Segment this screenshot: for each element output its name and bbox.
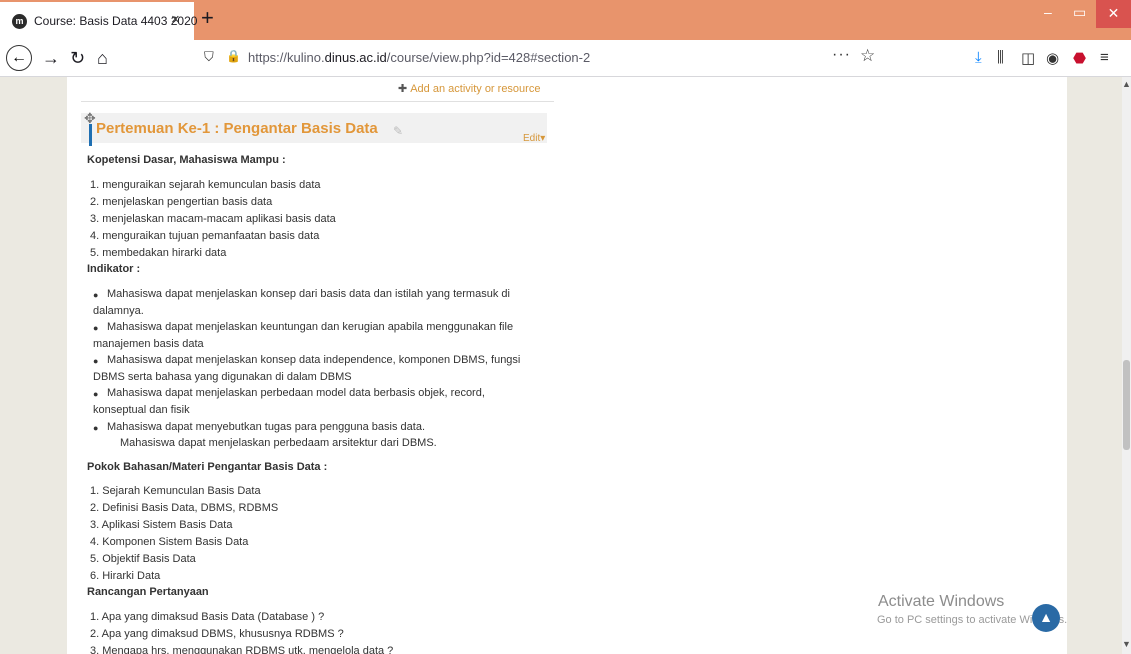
add-activity-link[interactable]: ✚ Add an activity or resource: [398, 82, 540, 95]
list-item: 6. Hirarki Data: [90, 570, 161, 582]
list-item: 1. Sejarah Kemunculan Basis Data: [90, 485, 261, 497]
list-item: Mahasiswa dapat menjelaskan perbedaan mo…: [107, 387, 485, 399]
bullet-icon: ●: [93, 323, 99, 333]
list-item-cont: konseptual dan fisik: [93, 404, 190, 416]
list-item: 3. Aplikasi Sistem Basis Data: [90, 519, 233, 531]
reload-icon[interactable]: ↻: [70, 47, 85, 69]
title-bar: m Course: Basis Data 4403 2020 × + – ▭ ✕: [0, 0, 1131, 40]
minimize-icon[interactable]: –: [1044, 4, 1052, 20]
list-item: 2. Apa yang dimaksud DBMS, khususnya RDB…: [90, 628, 344, 640]
scroll-down-icon[interactable]: ▼: [1122, 639, 1131, 649]
edit-menu-link[interactable]: Edit▾: [523, 133, 545, 144]
list-item: 3. Mengapa hrs. menggunakan RDBMS utk. m…: [90, 645, 394, 654]
section-title[interactable]: Pertemuan Ke-1 : Pengantar Basis Data: [96, 120, 378, 137]
tab-close-icon[interactable]: ×: [171, 11, 180, 28]
section-highlight-bar: [89, 124, 92, 146]
bullet-icon: ●: [93, 356, 99, 366]
moodle-favicon-icon: m: [12, 14, 27, 29]
list-item: Mahasiswa dapat menjelaskan konsep data …: [107, 354, 521, 366]
list-item: 4. menguraikan tujuan pemanfaatan basis …: [90, 230, 320, 242]
list-item: 1. menguraikan sejarah kemunculan basis …: [90, 179, 321, 191]
divider: [81, 101, 554, 102]
menu-icon[interactable]: ≡: [1100, 49, 1109, 66]
forward-icon[interactable]: →: [42, 47, 60, 69]
restore-icon[interactable]: ▭: [1073, 4, 1086, 21]
list-item: Mahasiswa dapat menjelaskan keuntungan d…: [107, 321, 514, 333]
scroll-thumb[interactable]: [1123, 360, 1130, 450]
activate-windows-title: Activate Windows: [878, 593, 1005, 610]
list-item: Mahasiswa dapat menyebutkan tugas para p…: [107, 421, 425, 433]
list-item-cont: dalamnya.: [93, 305, 144, 317]
scroll-up-icon[interactable]: ▲: [1122, 79, 1131, 89]
list-item: 5. Objektif Basis Data: [90, 553, 196, 565]
download-icon[interactable]: ⤓: [975, 49, 982, 66]
list-item: Mahasiswa dapat menjelaskan konsep dari …: [107, 288, 510, 300]
star-icon[interactable]: ☆: [860, 46, 875, 66]
account-icon[interactable]: ◉: [1046, 49, 1059, 67]
page-viewport: ✚ Add an activity or resource ✥ Pertemuan…: [0, 77, 1122, 654]
lock-icon[interactable]: 🔒: [226, 49, 241, 63]
rancangan-heading: Rancangan Pertanyaan: [87, 586, 209, 598]
pokok-heading: Pokok Bahasan/Materi Pengantar Basis Dat…: [87, 461, 328, 473]
sidebar-icon[interactable]: ◫: [1021, 49, 1035, 67]
address-bar[interactable]: ⛉ 🔒 https://kulino.dinus.ac.id/course/vi…: [196, 46, 886, 70]
new-tab-button[interactable]: +: [201, 6, 214, 30]
pencil-icon[interactable]: ✎: [393, 124, 403, 138]
plus-icon: ✚: [398, 83, 408, 95]
list-item-cont: manajemen basis data: [93, 338, 204, 350]
bullet-icon: ●: [93, 423, 99, 433]
more-icon[interactable]: ···: [832, 46, 851, 64]
list-item: 5. membedakan hirarki data: [90, 247, 227, 259]
bullet-icon: ●: [93, 389, 99, 399]
indikator-heading: Indikator :: [87, 263, 141, 275]
right-background: [1067, 77, 1122, 654]
kompetensi-heading: Kopetensi Dasar, Mahasiswa Mampu :: [87, 154, 286, 166]
list-item: 2. Definisi Basis Data, DBMS, RDBMS: [90, 502, 279, 514]
back-icon[interactable]: ←: [6, 45, 32, 71]
list-item-cont: Mahasiswa dapat menjelaskan perbedaam ar…: [120, 437, 437, 449]
list-item: 4. Komponen Sistem Basis Data: [90, 536, 249, 548]
scroll-to-top-button[interactable]: ▲: [1032, 604, 1060, 632]
list-item: 1. Apa yang dimaksud Basis Data (Databas…: [90, 611, 325, 623]
vertical-scrollbar[interactable]: ▲ ▼: [1122, 77, 1131, 654]
library-icon[interactable]: ⫼: [997, 49, 1004, 66]
left-background: [0, 77, 67, 654]
list-item-cont: DBMS serta bahasa yang digunakan di dala…: [93, 371, 352, 383]
adblock-icon[interactable]: ⬣: [1073, 49, 1086, 67]
url-text[interactable]: https://kulino.dinus.ac.id/course/view.p…: [248, 50, 590, 65]
bullet-icon: ●: [93, 290, 99, 300]
shield-icon[interactable]: ⛉: [204, 49, 214, 65]
home-icon[interactable]: ⌂: [97, 47, 108, 69]
list-item: 3. menjelaskan macam-macam aplikasi basi…: [90, 213, 336, 225]
window-close-icon[interactable]: ✕: [1096, 0, 1131, 28]
list-item: 2. menjelaskan pengertian basis data: [90, 196, 273, 208]
browser-tab[interactable]: m Course: Basis Data 4403 2020 ×: [0, 0, 197, 40]
